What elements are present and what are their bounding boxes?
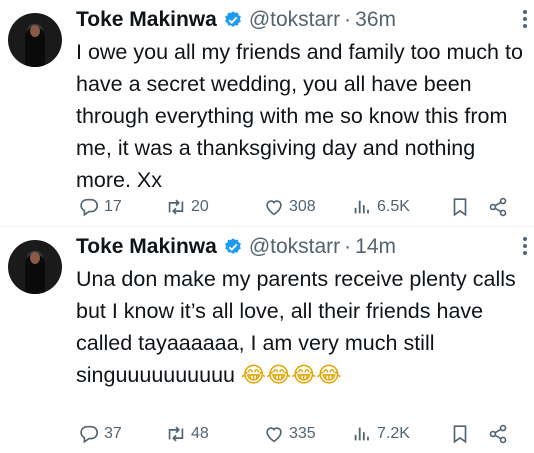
like-count: 308 [289,198,316,215]
tweet-header: Toke Makinwa @tokstarr · 36m [76,4,524,36]
timestamp[interactable]: 36m [355,8,396,32]
retweet-count: 48 [191,425,209,442]
views-chart-icon [354,200,369,214]
more-options-icon[interactable] [522,237,528,258]
share-button[interactable] [487,196,511,218]
heart-icon [266,200,282,216]
author-name[interactable]: Toke Makinwa [76,8,217,32]
bookmark-button[interactable] [449,196,487,218]
author-name[interactable]: Toke Makinwa [76,235,217,259]
retweet-button[interactable]: 20 [165,196,263,218]
bookmark-icon [453,425,467,444]
views-button[interactable]: 6.5K [351,196,449,218]
tweet-text-body: I owe you all my friends and family too … [76,40,523,192]
retweet-icon [168,199,184,215]
reply-count: 17 [104,198,122,215]
action-bar: 37 48 335 7.2K [78,423,520,445]
separator-dot: · [344,8,352,31]
avatar[interactable] [8,240,62,294]
share-button[interactable] [487,423,511,445]
laughing-emoji: 😂😂😂😂 [241,363,342,388]
action-bar: 17 20 308 6.5K [78,196,520,218]
tweet[interactable]: Toke Makinwa @tokstarr · 36m I owe you a… [0,0,534,226]
views-button[interactable]: 7.2K [351,423,449,445]
like-count: 335 [289,425,316,442]
retweet-button[interactable]: 48 [165,423,263,445]
author-handle[interactable]: @tokstarr [249,8,340,32]
views-chart-icon [354,427,369,441]
like-button[interactable]: 308 [263,196,351,218]
verified-badge-icon [224,238,241,254]
author-handle[interactable]: @tokstarr [249,235,340,259]
tweet[interactable]: Toke Makinwa @tokstarr · 14m Una don mak… [0,226,534,452]
reply-icon [80,425,99,444]
timestamp[interactable]: 14m [355,235,396,259]
heart-icon [266,427,282,443]
verified-badge-icon [224,11,241,27]
share-icon [489,424,507,444]
views-count: 6.5K [377,198,410,215]
tweet-text: Una don make my parents receive plenty c… [76,263,524,392]
bookmark-button[interactable] [449,423,487,445]
bookmark-icon [453,198,467,217]
separator-dot: · [344,235,352,258]
reply-icon [80,198,99,217]
views-count: 7.2K [377,425,410,442]
retweet-count: 20 [191,198,209,215]
reply-button[interactable]: 17 [78,196,165,218]
more-options-icon[interactable] [522,10,528,31]
tweet-text: I owe you all my friends and family too … [76,36,524,196]
reply-count: 37 [104,425,122,442]
like-button[interactable]: 335 [263,423,351,445]
avatar[interactable] [8,13,62,67]
retweet-icon [168,426,184,442]
share-icon [489,197,507,217]
reply-button[interactable]: 37 [78,423,165,445]
tweet-header: Toke Makinwa @tokstarr · 14m [76,231,524,263]
